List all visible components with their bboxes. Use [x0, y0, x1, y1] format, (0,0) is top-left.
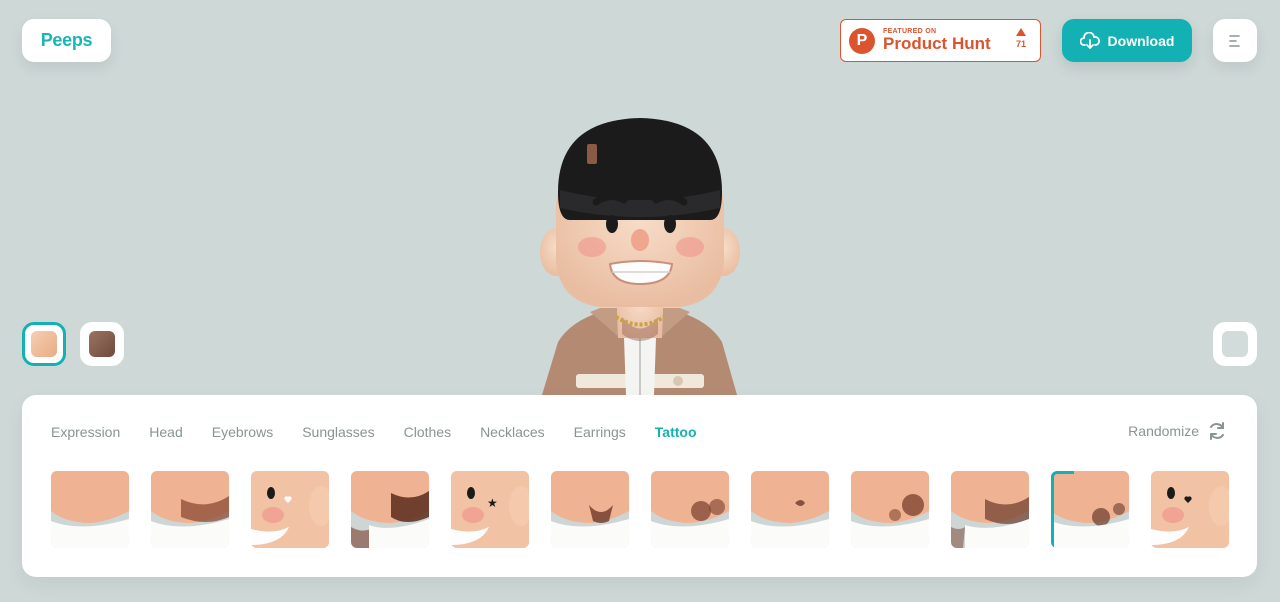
tattoo-option[interactable] — [351, 471, 429, 548]
product-hunt-badge[interactable]: P FEATURED ON Product Hunt 71 — [840, 19, 1041, 62]
product-hunt-name: Product Hunt — [883, 33, 991, 53]
neck-flower-thumbnail — [1051, 471, 1129, 548]
skin-tone-dark[interactable] — [80, 322, 124, 366]
tattoo-option-selected[interactable] — [1051, 471, 1129, 548]
tattoo-option[interactable] — [651, 471, 729, 548]
randomize-button[interactable]: Randomize — [1128, 421, 1227, 441]
neck-floral-thumbnail — [851, 471, 929, 548]
skin-tone-dark-swatch — [89, 331, 115, 357]
tab-sunglasses[interactable]: Sunglasses — [302, 424, 374, 440]
category-tabs: Expression Head Eyebrows Sunglasses Clot… — [51, 424, 726, 440]
cloud-download-icon — [1079, 31, 1100, 49]
neck-eagle-thumbnail — [551, 471, 629, 548]
tab-expression[interactable]: Expression — [51, 424, 120, 440]
background-color-toggle[interactable] — [1213, 322, 1257, 366]
skin-tone-light[interactable] — [22, 322, 66, 366]
tattoo-option[interactable] — [551, 471, 629, 548]
tattoo-option[interactable] — [251, 471, 329, 548]
logo-button[interactable]: Peeps — [22, 19, 111, 62]
customization-panel: Expression Head Eyebrows Sunglasses Clot… — [22, 395, 1257, 577]
tab-necklaces[interactable]: Necklaces — [480, 424, 545, 440]
menu-icon — [1229, 34, 1240, 47]
skin-tone-light-swatch — [31, 331, 57, 357]
menu-button[interactable] — [1213, 19, 1257, 62]
neck-roses-thumbnail — [951, 471, 1029, 548]
avatar-preview — [540, 118, 740, 395]
neck-dense-thumbnail — [351, 471, 429, 548]
tattoo-option[interactable] — [1151, 471, 1229, 548]
tattoo-option[interactable]: ★ — [451, 471, 529, 548]
randomize-label: Randomize — [1128, 423, 1199, 439]
product-hunt-votes: 71 — [1015, 28, 1026, 49]
neck-small-thumbnail — [751, 471, 829, 548]
upvote-arrow-icon — [1015, 28, 1026, 36]
tattoo-option[interactable] — [851, 471, 929, 548]
face-black-heart-thumbnail — [1151, 471, 1229, 548]
tab-tattoo[interactable]: Tattoo — [655, 424, 697, 440]
logo-text: Peeps — [40, 30, 93, 50]
product-hunt-logo-icon: P — [849, 27, 875, 54]
svg-text:★: ★ — [487, 496, 498, 510]
product-hunt-vote-count: 71 — [1015, 39, 1026, 49]
tab-head[interactable]: Head — [149, 424, 182, 440]
tattoo-option[interactable] — [51, 471, 129, 548]
tattoo-option[interactable] — [151, 471, 229, 548]
refresh-icon — [1210, 422, 1224, 440]
tattoo-option[interactable] — [751, 471, 829, 548]
tattoo-option[interactable] — [951, 471, 1029, 548]
face-heart-thumbnail — [251, 471, 329, 548]
neck-ornate-thumbnail — [151, 471, 229, 548]
background-color-swatch — [1222, 331, 1248, 357]
neck-mandala-thumbnail — [651, 471, 729, 548]
tab-clothes[interactable]: Clothes — [404, 424, 451, 440]
tattoo-options: ★ — [51, 471, 1251, 548]
download-label: Download — [1107, 32, 1175, 49]
face-star-thumbnail: ★ — [451, 471, 529, 548]
tab-earrings[interactable]: Earrings — [574, 424, 626, 440]
download-button[interactable]: Download — [1062, 19, 1192, 62]
neck-plain-thumbnail — [51, 471, 129, 548]
tab-eyebrows[interactable]: Eyebrows — [212, 424, 273, 440]
